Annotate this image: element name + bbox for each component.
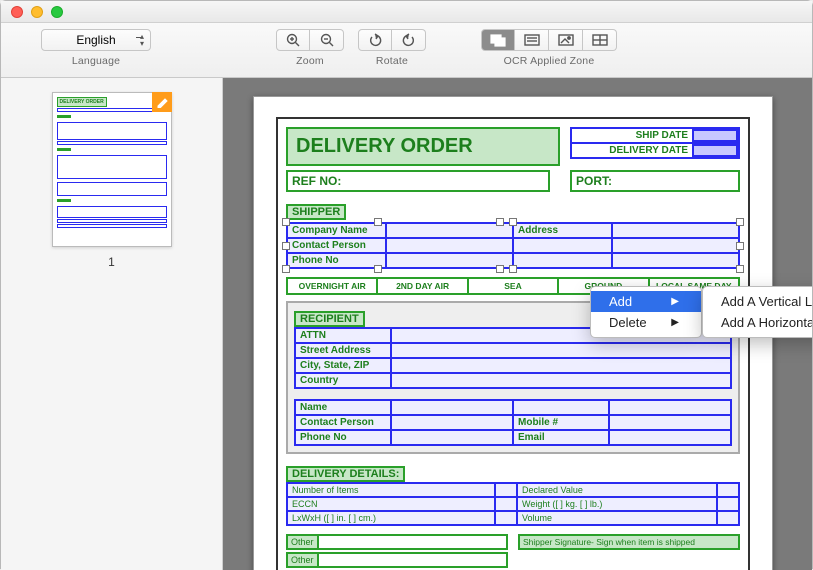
ocr-zone-mode-4-button[interactable] <box>583 29 617 51</box>
shipper-table-zone[interactable]: Company Name Address Contact Person Phone… <box>286 222 740 269</box>
ship-opt-overnight: OVERNIGHT AIR <box>288 279 378 293</box>
ship-opt-2day: 2ND DAY AIR <box>378 279 468 293</box>
context-menu-add[interactable]: Add ▶ <box>591 291 701 312</box>
delivery-date-label: DELIVERY DATE <box>572 144 692 157</box>
other-label-2: Other <box>288 554 319 566</box>
delivery-declared: Declared Value <box>517 483 717 497</box>
delivery-weight: Weight ([ ] kg. [ ] lb.) <box>517 497 717 511</box>
zone-image-icon <box>557 33 575 47</box>
port-label: PORT: <box>570 170 740 192</box>
recipient-contact: Contact Person <box>295 415 391 430</box>
submenu-add-vertical[interactable]: Add A Vertical Line <box>703 291 812 312</box>
zoom-in-icon <box>285 32 301 48</box>
date-box: SHIP DATE DELIVERY DATE <box>570 127 740 166</box>
delivery-items: Number of Items <box>287 483 495 497</box>
shipper-signature-label: Shipper Signature- Sign when item is shi… <box>518 534 740 550</box>
rotate-left-button[interactable] <box>358 29 392 51</box>
submenu-add-horizontal-label: Add A Horizontal Line <box>721 315 812 330</box>
delivery-section-label: DELIVERY DETAILS: <box>286 466 405 482</box>
shipper-company-label: Company Name <box>287 223 386 238</box>
document-canvas[interactable]: DELIVERY ORDER SHIP DATE DELIVERY DATE R… <box>223 78 812 570</box>
doc-title: DELIVERY ORDER <box>286 127 560 166</box>
shipper-address-label: Address <box>513 223 612 238</box>
recipient-country: Country <box>295 373 391 388</box>
context-menu[interactable]: Add ▶ Delete ▶ <box>590 286 702 338</box>
zone-select-icon <box>489 33 507 47</box>
recipient-attn: ATTN <box>295 328 391 343</box>
submenu-arrow-icon: ▶ <box>671 317 679 328</box>
zoom-window-button[interactable] <box>51 6 63 18</box>
recipient-phone: Phone No <box>295 430 391 445</box>
ocr-zone-mode-3-button[interactable] <box>549 29 583 51</box>
thumbnail-edit-badge <box>152 92 172 112</box>
thumbnail-sidebar: DELIVERY ORDER 1 <box>1 78 223 570</box>
recipient-name: Name <box>295 400 391 415</box>
delivery-dims: LxWxH ([ ] in. [ ] cm.) <box>287 511 495 525</box>
rotate-left-icon <box>367 32 383 48</box>
ocr-zone-label: OCR Applied Zone <box>504 55 595 67</box>
language-label: Language <box>72 55 120 67</box>
toolbar: English ▴▾ Language Zoom Rotate <box>1 23 812 78</box>
ref-no-label: REF NO: <box>286 170 550 192</box>
submenu-add-vertical-label: Add A Vertical Line <box>721 294 812 309</box>
shipper-phone-label: Phone No <box>287 253 386 268</box>
submenu-arrow-icon: ▶ <box>671 296 679 307</box>
context-menu-delete-label: Delete <box>609 315 647 330</box>
context-submenu[interactable]: Add A Vertical Line Add A Horizontal Lin… <box>702 286 812 338</box>
recipient-city: City, State, ZIP <box>295 358 391 373</box>
language-select[interactable]: English ▴▾ <box>41 29 151 51</box>
rotate-right-icon <box>401 32 417 48</box>
recipient-email: Email <box>513 430 609 445</box>
minimize-window-button[interactable] <box>31 6 43 18</box>
recipient-section-label: RECIPIENT <box>294 311 365 327</box>
thumbnail-page-number: 1 <box>108 255 115 269</box>
pencil-icon <box>156 96 168 108</box>
page-thumbnail[interactable]: DELIVERY ORDER <box>52 92 172 247</box>
zoom-out-icon <box>319 32 335 48</box>
shipper-contact-label: Contact Person <box>287 238 386 253</box>
zoom-label: Zoom <box>296 55 324 67</box>
zone-text-icon <box>523 33 541 47</box>
context-menu-delete[interactable]: Delete ▶ <box>591 312 701 333</box>
zoom-in-button[interactable] <box>276 29 310 51</box>
recipient-street: Street Address <box>295 343 391 358</box>
language-value: English <box>76 33 115 47</box>
ship-date-label: SHIP DATE <box>572 129 692 142</box>
ship-opt-sea: SEA <box>469 279 559 293</box>
ocr-zone-mode-2-button[interactable] <box>515 29 549 51</box>
submenu-add-horizontal[interactable]: Add A Horizontal Line <box>703 312 812 333</box>
other-label-1: Other <box>288 536 319 548</box>
window-titlebar <box>1 1 812 23</box>
delivery-eccn: ECCN <box>287 497 495 511</box>
zone-table-icon <box>591 33 609 47</box>
recipient-mobile: Mobile # <box>513 415 609 430</box>
close-window-button[interactable] <box>11 6 23 18</box>
zoom-out-button[interactable] <box>310 29 344 51</box>
delivery-volume: Volume <box>517 511 717 525</box>
shipper-section-label: SHIPPER <box>286 204 346 220</box>
rotate-right-button[interactable] <box>392 29 426 51</box>
ocr-zone-mode-1-button[interactable] <box>481 29 515 51</box>
context-menu-add-label: Add <box>609 294 632 309</box>
rotate-label: Rotate <box>376 55 408 67</box>
